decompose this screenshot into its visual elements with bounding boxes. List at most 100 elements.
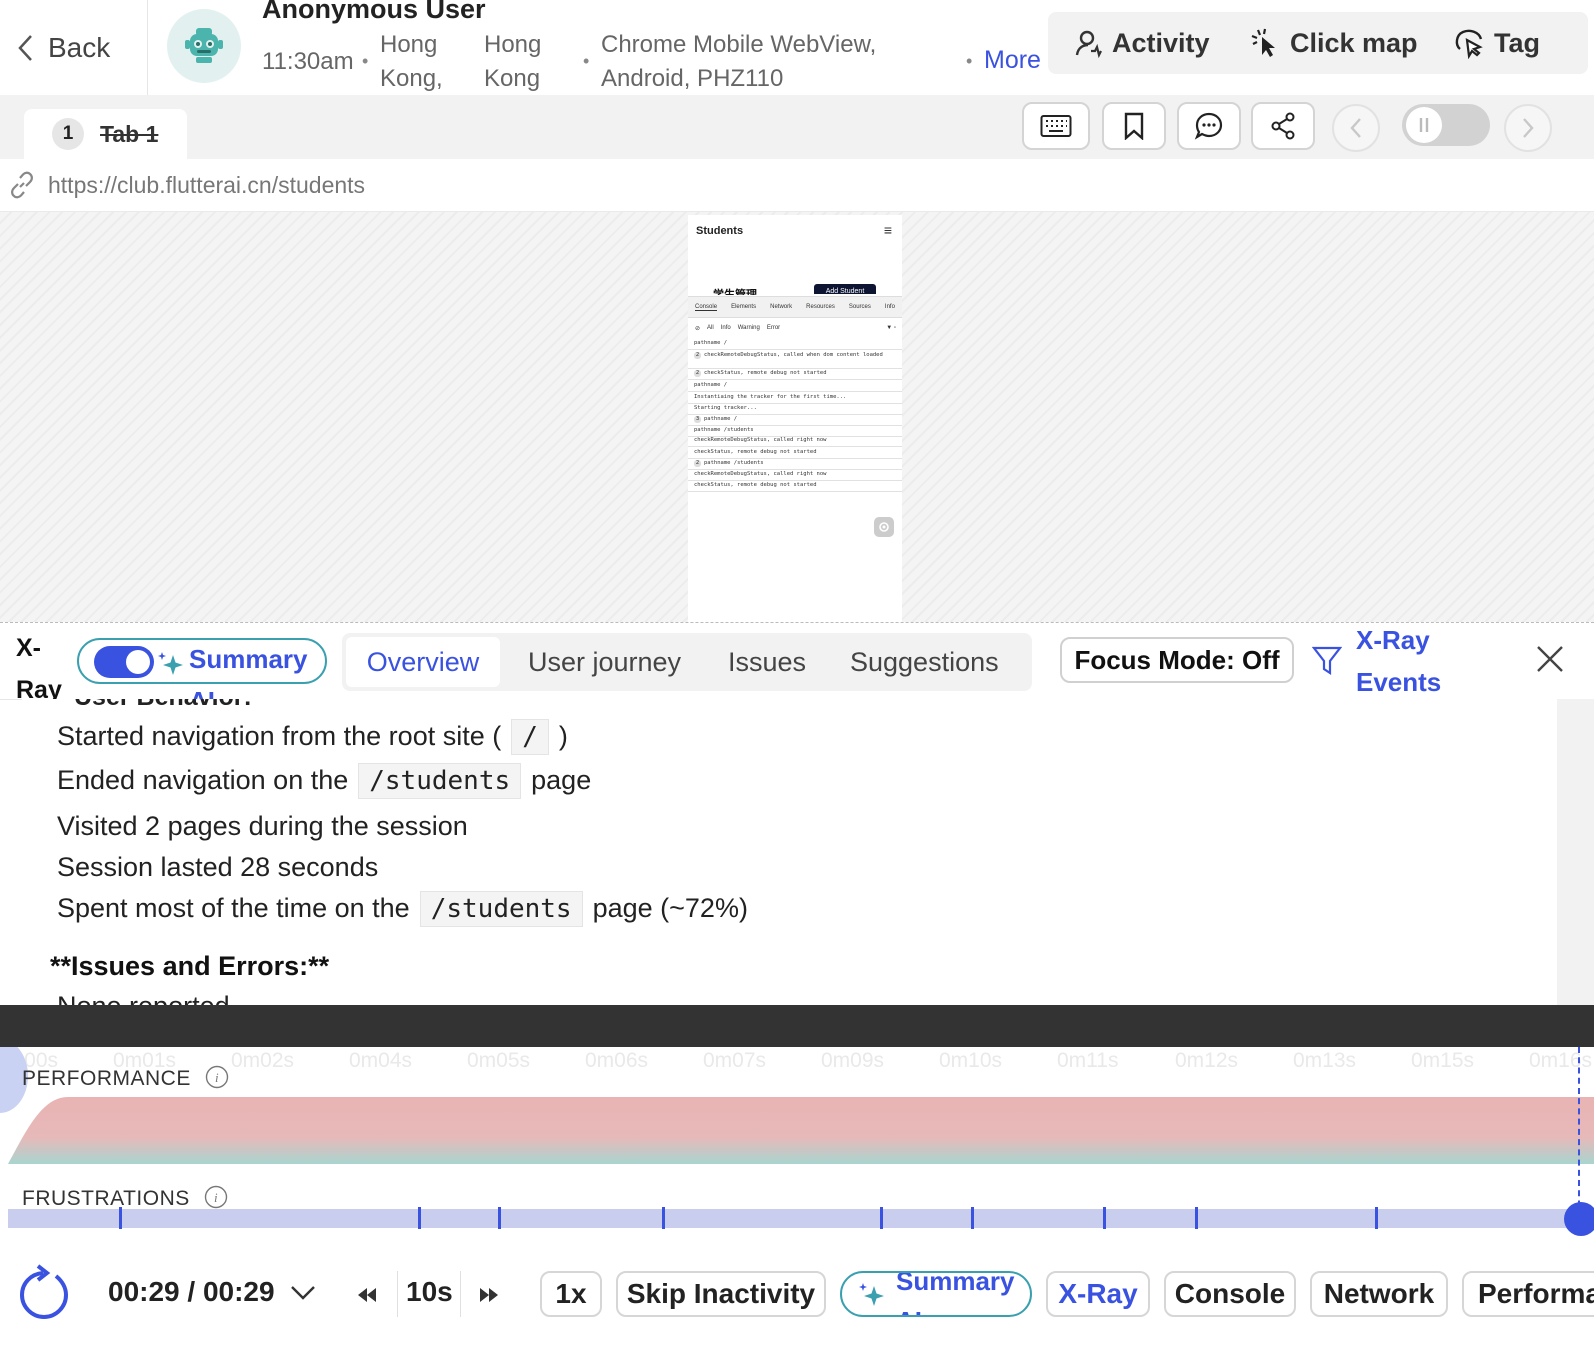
timeline-tick: 0m13s xyxy=(1293,1049,1357,1072)
performance-label-text: PERFORMANCE xyxy=(22,1067,191,1090)
svg-text:i: i xyxy=(215,1070,219,1085)
tab-bar: 1 Tab 1 xyxy=(0,95,1594,159)
frustration-marker[interactable] xyxy=(1195,1207,1198,1229)
session-city: Hong Kong, xyxy=(380,28,443,96)
xray-events-line1: X-Ray xyxy=(1356,625,1430,655)
chevron-down-icon[interactable] xyxy=(290,1284,316,1302)
summary-line-text: Session lasted 28 seconds xyxy=(57,852,379,882)
performance-area xyxy=(8,1097,1594,1164)
session-region-line2: Kong xyxy=(484,65,541,92)
tab-issues[interactable]: Issues xyxy=(728,637,806,687)
frustration-marker[interactable] xyxy=(119,1207,122,1229)
session-header: Back Anonymous User 11:30am • Hong Kong,… xyxy=(0,0,1594,95)
page-url[interactable]: https://club.flutterai.cn/students xyxy=(48,172,365,199)
sparkle-icon xyxy=(158,652,183,675)
devtools-tab: Sources xyxy=(848,304,871,310)
avatar xyxy=(167,9,241,83)
bookmark-button[interactable] xyxy=(1102,102,1166,150)
replay-icon[interactable] xyxy=(16,1262,72,1324)
filter-icon[interactable] xyxy=(1312,645,1342,677)
skip-inactivity-button[interactable]: Skip Inactivity xyxy=(616,1271,826,1317)
info-icon[interactable]: i xyxy=(205,1065,229,1089)
summary-line-text: page xyxy=(531,765,592,795)
summary-scroll-gutter xyxy=(1557,699,1594,1005)
activity-button[interactable]: Activity xyxy=(1074,12,1210,74)
devtools-tab: Elements xyxy=(731,304,757,310)
devtools-filter: All xyxy=(707,325,714,331)
keyboard-shortcuts-button[interactable] xyxy=(1022,102,1090,150)
console-log-row: checkStatus, remote debug not started xyxy=(688,482,902,492)
network-button[interactable]: Network xyxy=(1310,1271,1448,1317)
click-map-button[interactable]: Click map xyxy=(1250,12,1418,74)
header-actions: Activity Click map Tag xyxy=(1048,12,1588,74)
issues-heading: **Issues and Errors:** xyxy=(50,951,330,981)
divider xyxy=(460,1271,461,1317)
speed-button[interactable]: 1x xyxy=(540,1271,602,1317)
performance-button[interactable]: Performance xyxy=(1462,1271,1594,1317)
playhead-handle[interactable] xyxy=(1564,1202,1594,1236)
tab-1[interactable]: 1 Tab 1 xyxy=(24,109,187,159)
devtools-filter: Error xyxy=(766,325,781,331)
frustrations-track xyxy=(8,1209,1594,1228)
robot-avatar-icon xyxy=(185,28,223,63)
console-button[interactable]: Console xyxy=(1164,1271,1296,1317)
timeline-tick: 0m07s xyxy=(703,1049,767,1072)
devtools-tab: Info xyxy=(884,304,895,310)
next-event-button[interactable] xyxy=(1504,104,1552,152)
cursor-click-icon xyxy=(1251,28,1275,57)
console-log-row: pathname / xyxy=(688,340,902,350)
summary-ai-button[interactable]: Summary AI xyxy=(840,1271,1032,1317)
frustration-marker[interactable] xyxy=(971,1207,974,1229)
timeline-divider xyxy=(0,1005,1594,1047)
xray-button[interactable]: X-Ray xyxy=(1046,1271,1150,1317)
frustration-marker[interactable] xyxy=(880,1207,883,1229)
close-icon[interactable] xyxy=(1534,643,1566,675)
timeline[interactable]: 0m00s 0m01s 0m02s 0m04s 0m05s 0m06s 0m07s 0m09s… xyxy=(0,1047,1594,1238)
session-city-line2: Kong, xyxy=(380,65,443,92)
summary-line-text: Spent most of the time on the xyxy=(57,893,410,923)
more-link[interactable]: More xyxy=(984,46,1041,75)
tag-button[interactable]: Tag xyxy=(1454,12,1540,74)
summary-line: Started navigation from the root site (/… xyxy=(57,719,568,755)
session-device-line1: Chrome Mobile WebView, xyxy=(601,31,877,58)
summary-line: Ended navigation on the/students page xyxy=(57,763,591,799)
frustration-marker[interactable] xyxy=(662,1207,665,1229)
xray-events-button[interactable]: X-Ray Events xyxy=(1356,619,1441,703)
log-text: pathname / xyxy=(694,382,728,388)
info-icon[interactable]: i xyxy=(204,1185,228,1209)
session-device: Chrome Mobile WebView, Android, PHZ110 xyxy=(601,28,876,96)
log-count-badge: 3 xyxy=(694,416,701,423)
rewind-icon[interactable] xyxy=(356,1286,378,1304)
summary-ai-button-line2: AI xyxy=(896,1301,1015,1315)
tab-user-journey[interactable]: User journey xyxy=(528,637,681,687)
separator-dot: • xyxy=(362,51,369,71)
summary-ai-toggle[interactable]: Summary AI xyxy=(77,638,327,716)
tab-suggestions[interactable]: Suggestions xyxy=(850,637,999,687)
frustration-marker[interactable] xyxy=(1375,1207,1378,1229)
replay-heading: 学生管理 xyxy=(713,289,757,295)
back-button[interactable]: Back xyxy=(0,0,148,95)
frustration-marker[interactable] xyxy=(1103,1207,1106,1229)
comment-button[interactable] xyxy=(1177,102,1241,150)
fast-forward-icon[interactable] xyxy=(478,1286,500,1304)
devtools-filter: Info xyxy=(720,325,731,331)
console-log-row: checkRemoteDebugStatus, called right now xyxy=(688,471,902,481)
activity-label: Activity xyxy=(1112,27,1210,58)
summary-ai-switch[interactable] xyxy=(94,646,154,678)
xray-tabs: Overview User journey Issues Suggestions xyxy=(342,633,1032,691)
frustration-marker[interactable] xyxy=(498,1207,501,1229)
console-log-row: 2 checkRemoteDebugStatus, called when dom… xyxy=(688,352,902,369)
previous-event-button[interactable] xyxy=(1332,104,1380,152)
frustration-marker[interactable] xyxy=(418,1207,421,1229)
focus-mode-button[interactable]: Focus Mode: Off xyxy=(1060,637,1294,683)
autoplay-toggle[interactable] xyxy=(1402,104,1490,146)
log-text: pathname / xyxy=(694,340,728,346)
share-button[interactable] xyxy=(1251,102,1315,150)
xray-events-line2: Events xyxy=(1356,667,1442,697)
issues-text: None reported. xyxy=(57,991,237,1005)
tab-overview[interactable]: Overview xyxy=(346,637,500,687)
summary-line-text: Started navigation from the root site ( xyxy=(57,721,502,751)
skip-interval[interactable]: 10s xyxy=(406,1276,453,1308)
player-controls: 00:29 / 00:29 10s 1x Skip Inactivity Sum… xyxy=(0,1238,1594,1368)
replay-page-title: Students xyxy=(696,225,744,237)
